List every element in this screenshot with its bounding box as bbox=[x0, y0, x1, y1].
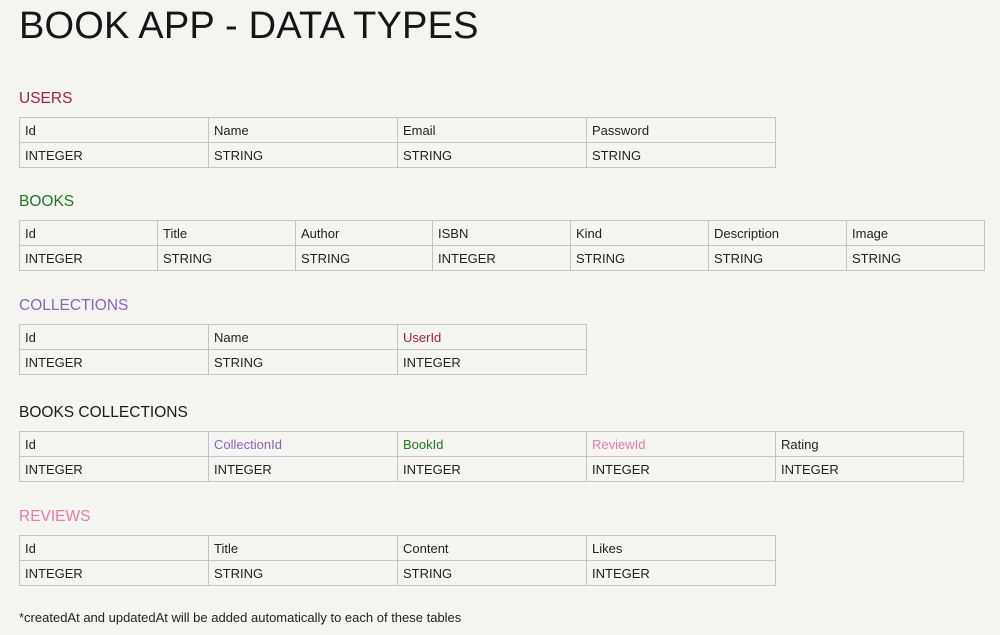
users-col-password: Password bbox=[586, 117, 776, 143]
collections-table: Id Name UserId INTEGER STRING INTEGER bbox=[19, 324, 587, 375]
reviews-type-id: INTEGER bbox=[19, 560, 209, 586]
footnote: *createdAt and updatedAt will be added a… bbox=[19, 610, 462, 625]
books-collections-type-bookid: INTEGER bbox=[397, 456, 587, 482]
books-collections-col-bookid: BookId bbox=[397, 431, 587, 457]
books-header-row: Id Title Author ISBN Kind Description Im… bbox=[19, 220, 985, 246]
users-type-password: STRING bbox=[586, 142, 776, 168]
users-col-name: Name bbox=[208, 117, 398, 143]
books-type-row: INTEGER STRING STRING INTEGER STRING STR… bbox=[19, 245, 985, 271]
books-col-description: Description bbox=[708, 220, 847, 246]
reviews-type-row: INTEGER STRING STRING INTEGER bbox=[19, 560, 776, 586]
books-col-id: Id bbox=[19, 220, 158, 246]
users-col-id: Id bbox=[19, 117, 209, 143]
reviews-table: Id Title Content Likes INTEGER STRING ST… bbox=[19, 535, 776, 586]
users-type-row: INTEGER STRING STRING STRING bbox=[19, 142, 776, 168]
books-type-image: STRING bbox=[846, 245, 985, 271]
books-collections-type-collectionid: INTEGER bbox=[208, 456, 398, 482]
users-type-email: STRING bbox=[397, 142, 587, 168]
reviews-header-row: Id Title Content Likes bbox=[19, 535, 776, 561]
collections-col-id: Id bbox=[19, 324, 209, 350]
books-type-isbn: INTEGER bbox=[432, 245, 571, 271]
reviews-col-likes: Likes bbox=[586, 535, 776, 561]
books-col-author: Author bbox=[295, 220, 433, 246]
users-heading: USERS bbox=[19, 90, 73, 107]
books-type-id: INTEGER bbox=[19, 245, 158, 271]
users-type-id: INTEGER bbox=[19, 142, 209, 168]
reviews-type-title: STRING bbox=[208, 560, 398, 586]
users-col-email: Email bbox=[397, 117, 587, 143]
books-type-kind: STRING bbox=[570, 245, 709, 271]
collections-header-row: Id Name UserId bbox=[19, 324, 587, 350]
collections-heading: COLLECTIONS bbox=[19, 297, 129, 314]
reviews-col-id: Id bbox=[19, 535, 209, 561]
collections-type-row: INTEGER STRING INTEGER bbox=[19, 349, 587, 375]
reviews-type-likes: INTEGER bbox=[586, 560, 776, 586]
collections-type-id: INTEGER bbox=[19, 349, 209, 375]
collections-col-userid: UserId bbox=[397, 324, 587, 350]
books-collections-type-row: INTEGER INTEGER INTEGER INTEGER INTEGER bbox=[19, 456, 964, 482]
reviews-heading: REVIEWS bbox=[19, 508, 91, 525]
books-col-image: Image bbox=[846, 220, 985, 246]
books-col-title: Title bbox=[157, 220, 296, 246]
collections-type-name: STRING bbox=[208, 349, 398, 375]
users-header-row: Id Name Email Password bbox=[19, 117, 776, 143]
books-collections-col-id: Id bbox=[19, 431, 209, 457]
books-type-author: STRING bbox=[295, 245, 433, 271]
books-collections-table: Id CollectionId BookId ReviewId Rating I… bbox=[19, 431, 964, 482]
users-table: Id Name Email Password INTEGER STRING ST… bbox=[19, 117, 776, 168]
books-table: Id Title Author ISBN Kind Description Im… bbox=[19, 220, 985, 271]
reviews-col-title: Title bbox=[208, 535, 398, 561]
books-collections-header-row: Id CollectionId BookId ReviewId Rating bbox=[19, 431, 964, 457]
books-col-kind: Kind bbox=[570, 220, 709, 246]
collections-col-name: Name bbox=[208, 324, 398, 350]
books-heading: BOOKS bbox=[19, 193, 75, 210]
page-title: BOOK APP - DATA TYPES bbox=[19, 5, 479, 47]
books-collections-type-id: INTEGER bbox=[19, 456, 209, 482]
books-collections-col-reviewid: ReviewId bbox=[586, 431, 776, 457]
books-type-description: STRING bbox=[708, 245, 847, 271]
users-type-name: STRING bbox=[208, 142, 398, 168]
reviews-type-content: STRING bbox=[397, 560, 587, 586]
books-collections-heading: BOOKS COLLECTIONS bbox=[19, 404, 188, 421]
collections-type-userid: INTEGER bbox=[397, 349, 587, 375]
books-collections-col-collectionid: CollectionId bbox=[208, 431, 398, 457]
books-collections-col-rating: Rating bbox=[775, 431, 964, 457]
books-type-title: STRING bbox=[157, 245, 296, 271]
books-collections-type-reviewid: INTEGER bbox=[586, 456, 776, 482]
books-col-isbn: ISBN bbox=[432, 220, 571, 246]
books-collections-type-rating: INTEGER bbox=[775, 456, 964, 482]
reviews-col-content: Content bbox=[397, 535, 587, 561]
